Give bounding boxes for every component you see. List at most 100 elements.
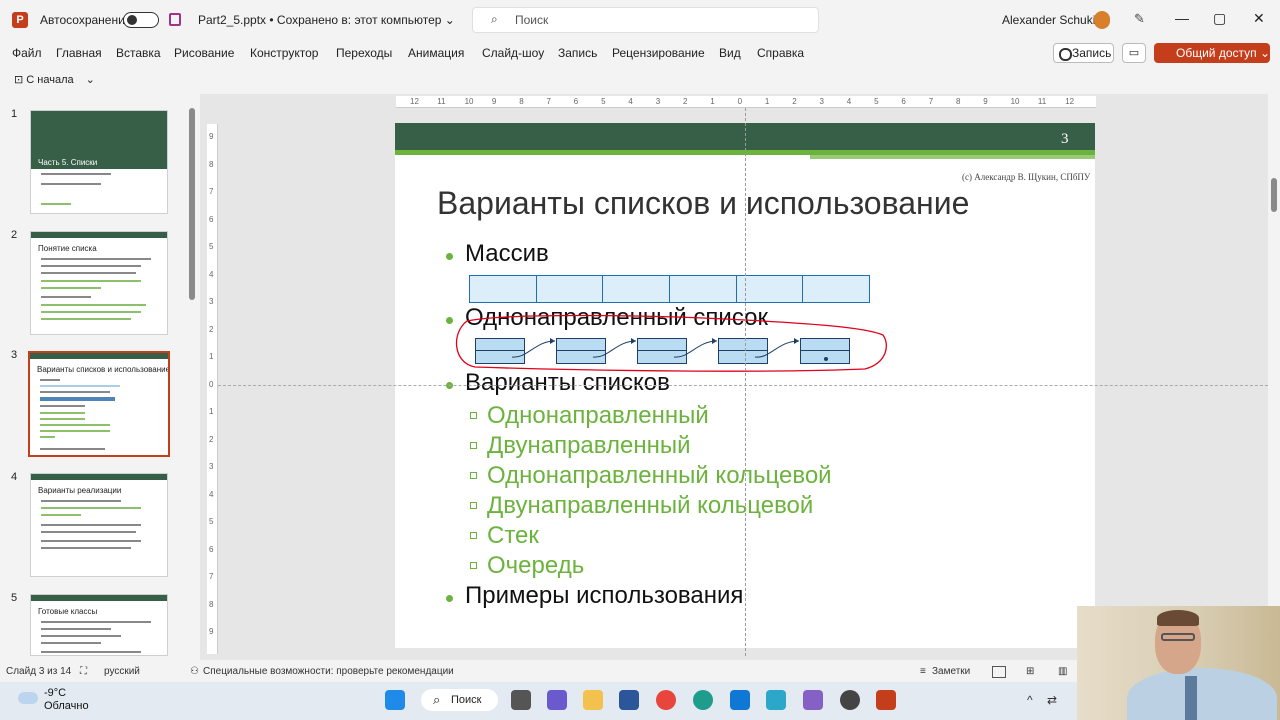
array-diagram[interactable]	[469, 275, 870, 303]
close-button[interactable]: ✕	[1253, 10, 1265, 27]
sub-bullet-stack[interactable]: Стек	[487, 522, 539, 550]
arrow-head	[550, 338, 555, 344]
visual-studio-icon[interactable]	[803, 690, 823, 710]
list-node	[637, 338, 687, 364]
ruler-tick-label: 11	[1037, 97, 1047, 106]
thumb-text-line	[41, 507, 141, 509]
start-from-beginning-button[interactable]: ⊡ С начала ⌄	[14, 73, 95, 86]
editor-scroll-thumb[interactable]	[1271, 178, 1277, 212]
tab-file[interactable]: Файл	[12, 46, 42, 60]
tab-design[interactable]: Конструктор	[250, 46, 318, 60]
tab-view[interactable]: Вид	[719, 46, 741, 60]
chevron-down-icon: ⌄	[85, 74, 95, 86]
task-view-icon[interactable]	[511, 690, 531, 710]
search-input[interactable]: ⌕ Поиск	[472, 7, 819, 33]
bullet-array[interactable]: Массив	[465, 240, 549, 268]
slide-copyright: (с) Александр В. Щукин, СПбПУ	[962, 172, 1091, 182]
taskbar-search[interactable]: Поиск	[421, 689, 498, 711]
mail-icon[interactable]	[730, 690, 750, 710]
tab-insert[interactable]: Вставка	[116, 46, 161, 60]
accessibility-status[interactable]: Специальные возможности: проверьте реком…	[203, 666, 454, 677]
powerpoint-taskbar-icon[interactable]	[876, 690, 896, 710]
tab-home[interactable]: Главная	[56, 46, 102, 60]
slide-counter[interactable]: Слайд 3 из 14	[6, 666, 71, 677]
ruler-tick-label: 0	[737, 97, 743, 106]
teams-icon[interactable]	[547, 690, 567, 710]
array-cell	[470, 276, 537, 302]
tab-slideshow[interactable]: Слайд-шоу	[482, 46, 544, 60]
sub-bullet-doubly-circular[interactable]: Двунаправленный кольцевой	[487, 492, 813, 520]
maximize-button[interactable]: ▢	[1213, 10, 1226, 27]
language-indicator[interactable]: русский	[104, 666, 140, 677]
ruler-tick-label: 8	[956, 97, 961, 106]
spellcheck-icon[interactable]: ⛶	[80, 666, 87, 677]
slide-title[interactable]: Варианты списков и использование	[437, 185, 969, 222]
record-button[interactable]: Запись	[1053, 43, 1114, 63]
sub-bullet-marker	[470, 472, 477, 479]
tab-animations[interactable]: Анимация	[408, 46, 464, 60]
tab-draw[interactable]: Рисование	[174, 46, 234, 60]
share-button[interactable]: Общий доступ ⌄	[1154, 43, 1270, 63]
presenter-tie	[1185, 676, 1197, 720]
slide-thumbnail-4[interactable]: Варианты реализации	[30, 473, 168, 577]
user-avatar[interactable]	[1094, 11, 1110, 29]
thumb-text-line	[40, 379, 60, 381]
tab-record[interactable]: Запись	[558, 46, 597, 60]
file-explorer-icon[interactable]	[583, 690, 603, 710]
sub-bullet-marker	[470, 412, 477, 419]
sub-bullet-singly-circular[interactable]: Однонаправленный кольцевой	[487, 462, 832, 490]
ruler-tick-label: 5	[874, 97, 879, 106]
notes-button[interactable]: Заметки	[932, 666, 970, 677]
editor-scrollbar[interactable]	[1268, 94, 1280, 660]
weather-widget[interactable]: -9°C Облачно	[44, 687, 89, 713]
ruler-tick-label: 3	[819, 97, 824, 106]
bullet-list-variants[interactable]: Варианты списков	[465, 369, 670, 397]
network-icon[interactable]: ⇄	[1047, 693, 1057, 707]
slide-thumbnail-5[interactable]: Готовые классы	[30, 594, 168, 656]
autosave-toggle[interactable]	[123, 12, 159, 28]
sub-bullet-singly[interactable]: Однонаправленный	[487, 402, 709, 430]
sub-bullet-queue[interactable]: Очередь	[487, 552, 584, 580]
word-icon[interactable]	[619, 690, 639, 710]
slide-sorter-icon[interactable]: ⊞	[1026, 666, 1034, 677]
thumbnail-scroll-thumb[interactable]	[189, 108, 195, 300]
document-title[interactable]: Part2_5.pptx • Сохранено в: этот компьют…	[198, 13, 455, 27]
vertical-smart-guide	[745, 108, 746, 656]
ruler-tick-label: 6	[209, 544, 214, 554]
pen-icon[interactable]: ✎	[1134, 11, 1145, 27]
obs-icon[interactable]	[840, 690, 860, 710]
bullet-singly-linked[interactable]: Однонаправленный список	[465, 304, 768, 332]
tray-chevron-icon[interactable]: ^	[1027, 693, 1033, 707]
bullet-usage-examples[interactable]: Примеры использования	[465, 582, 743, 610]
sub-bullet-marker	[470, 562, 477, 569]
slide-thumbnail-1[interactable]: Часть 5. Списки	[30, 110, 168, 214]
thumb-text-line	[41, 547, 131, 549]
slide-thumbnail-3[interactable]: Варианты списков и использование	[28, 351, 170, 457]
comments-button[interactable]: ▭	[1122, 43, 1146, 63]
windows-start-icon[interactable]	[385, 690, 405, 710]
sub-bullet-doubly[interactable]: Двунаправленный	[487, 432, 690, 460]
thumb-text-line	[41, 304, 146, 306]
ruler-tick-label: 2	[209, 324, 214, 334]
tab-review[interactable]: Рецензирование	[612, 46, 705, 60]
user-name[interactable]: Alexander Schukin	[1002, 13, 1102, 27]
minimize-button[interactable]: —	[1175, 10, 1189, 26]
ruler-tick-label: 9	[209, 627, 214, 636]
slide-thumbnail-2[interactable]: Понятие списка	[30, 231, 168, 335]
edge-icon[interactable]	[693, 690, 713, 710]
thumb-text-line	[41, 287, 101, 289]
normal-view-icon[interactable]	[992, 666, 1006, 678]
notepad-icon[interactable]	[766, 690, 786, 710]
save-icon[interactable]	[169, 13, 181, 26]
thumbnail-scrollbar[interactable]	[188, 98, 196, 660]
chrome-icon[interactable]	[656, 690, 676, 710]
ruler-tick-label: 1	[710, 97, 715, 106]
powerpoint-app-icon[interactable]: P	[12, 12, 28, 28]
bullet-dot	[446, 253, 453, 260]
reading-view-icon[interactable]: ▥	[1058, 666, 1067, 677]
tab-help[interactable]: Справка	[757, 46, 804, 60]
ruler-tick-label: 3	[209, 297, 214, 306]
tab-transitions[interactable]: Переходы	[336, 46, 392, 60]
accessibility-icon: ⚇	[190, 666, 199, 677]
ruler-tick-label: 9	[983, 97, 988, 106]
